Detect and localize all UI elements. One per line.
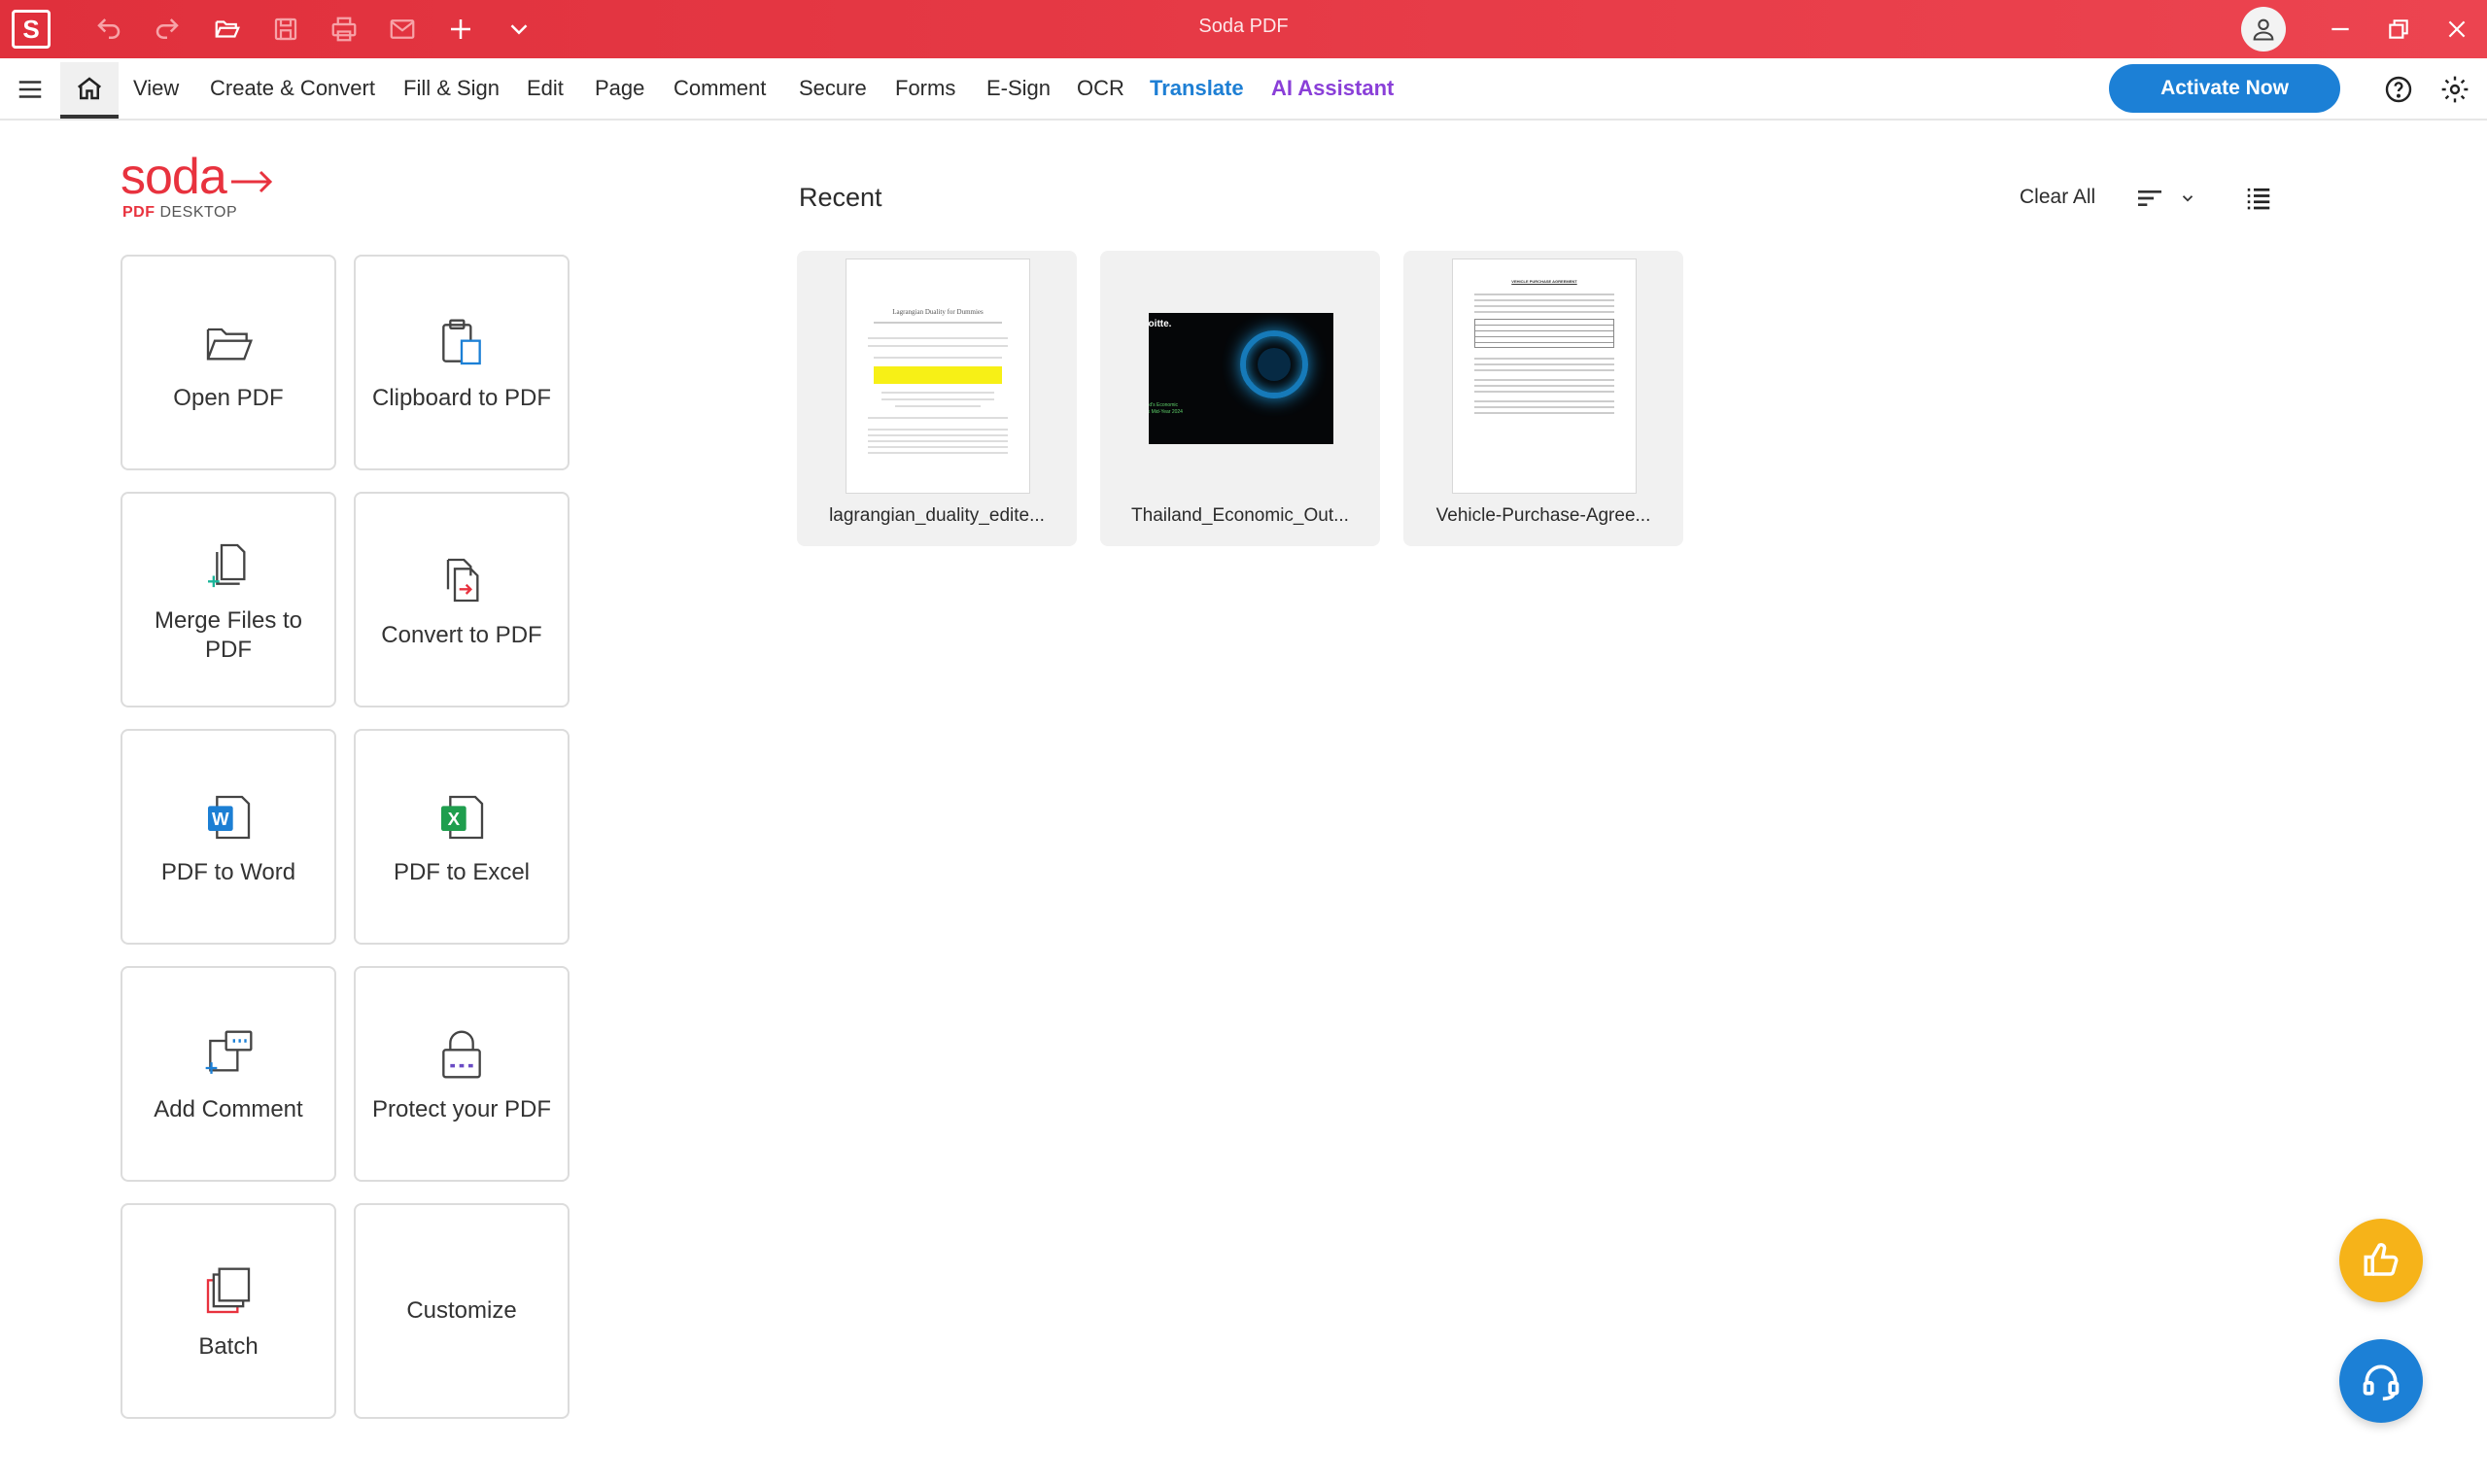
customize-label: Customize: [406, 1297, 517, 1324]
convert-to-pdf-tile[interactable]: Convert to PDF: [354, 492, 570, 707]
customize-tile[interactable]: Customize: [354, 1203, 570, 1419]
clear-all-button[interactable]: Clear All: [2020, 186, 2095, 209]
lock-icon: [431, 1023, 493, 1086]
thumbs-up-icon: [2364, 1243, 2399, 1276]
batch-icon: [197, 1260, 259, 1323]
activate-now-button[interactable]: Activate Now: [2109, 64, 2340, 113]
menu-page[interactable]: Page: [595, 76, 644, 101]
recent-file-card[interactable]: VEHICLE PURCHASE AGREEMENT Vehicle-Purch…: [1403, 251, 1683, 546]
minimize-icon[interactable]: [2321, 12, 2360, 47]
merge-files-icon: [197, 535, 259, 597]
feedback-thumbs-up-button[interactable]: [2339, 1219, 2423, 1302]
user-account-icon[interactable]: [2241, 7, 2286, 52]
add-comment-label: Add Comment: [154, 1096, 303, 1122]
clipboard-to-pdf-tile[interactable]: Clipboard to PDF: [354, 255, 570, 470]
recent-file-card[interactable]: Deloitte. Thailand's Economic Outlook Mi…: [1100, 251, 1380, 546]
soda-pdf-logo: soda PDF DESKTOP: [121, 152, 276, 229]
restore-icon[interactable]: [2379, 12, 2418, 47]
batch-tile[interactable]: Batch: [121, 1203, 336, 1419]
open-pdf-tile[interactable]: Open PDF: [121, 255, 336, 470]
support-headset-button[interactable]: [2339, 1339, 2423, 1423]
file-name: Thailand_Economic_Out...: [1131, 505, 1349, 526]
chevron-down-icon: [2182, 195, 2193, 202]
window-title: Soda PDF: [1198, 16, 1289, 37]
protect-pdf-tile[interactable]: Protect your PDF: [354, 966, 570, 1182]
pdf-to-word-label: PDF to Word: [160, 859, 296, 885]
title-bar: S Soda PDF: [0, 0, 2487, 58]
add-comment-tile[interactable]: Add Comment: [121, 966, 336, 1182]
logo-arrow-icon: [231, 170, 273, 193]
menu-ai-assistant[interactable]: AI Assistant: [1271, 76, 1394, 101]
sort-icon: [2138, 190, 2161, 206]
clipboard-to-pdf-label: Clipboard to PDF: [371, 385, 552, 411]
file-thumbnail: Deloitte. Thailand's Economic Outlook Mi…: [1149, 259, 1333, 494]
recent-file-card[interactable]: Lagrangian Duality for Dummies lagrangia…: [797, 251, 1077, 546]
file-name: Vehicle-Purchase-Agree...: [1435, 505, 1651, 526]
open-pdf-label: Open PDF: [173, 385, 284, 411]
clipboard-icon: [431, 312, 493, 374]
menu-edit[interactable]: Edit: [527, 76, 564, 101]
excel-icon: X: [431, 786, 493, 848]
file-thumbnail: Lagrangian Duality for Dummies: [846, 259, 1030, 494]
file-name: lagrangian_duality_edite...: [829, 505, 1045, 526]
logo-sub-pdf: PDF: [122, 204, 155, 221]
menu-secure[interactable]: Secure: [799, 76, 867, 101]
merge-files-tile[interactable]: Merge Files to PDF: [121, 492, 336, 707]
home-icon: [77, 77, 102, 100]
menu-comment[interactable]: Comment: [674, 76, 766, 101]
menu-ocr[interactable]: OCR: [1077, 76, 1124, 101]
svg-text:X: X: [448, 809, 461, 829]
thumbnail-doc-title: Lagrangian Duality for Dummies: [892, 308, 984, 316]
add-comment-icon: [197, 1023, 259, 1086]
pdf-to-excel-label: PDF to Excel: [393, 859, 531, 885]
logo-sub-desktop: DESKTOP: [155, 204, 238, 221]
batch-label: Batch: [198, 1333, 259, 1360]
menu-fill-sign[interactable]: Fill & Sign: [403, 76, 500, 101]
menu-esign[interactable]: E-Sign: [986, 76, 1051, 101]
file-thumbnail: VEHICLE PURCHASE AGREEMENT: [1452, 259, 1637, 494]
convert-to-pdf-label: Convert to PDF: [381, 622, 542, 648]
menu-translate[interactable]: Translate: [1150, 76, 1244, 101]
home-tab[interactable]: [60, 62, 119, 119]
merge-files-label: Merge Files to PDF: [154, 607, 303, 663]
thumbnail-brand: Deloitte.: [1149, 319, 1172, 329]
menu-create-convert[interactable]: Create & Convert: [210, 76, 375, 101]
svg-text:W: W: [212, 809, 229, 829]
settings-gear-icon[interactable]: [2437, 72, 2472, 107]
pdf-to-excel-tile[interactable]: X PDF to Excel: [354, 729, 570, 945]
pdf-to-word-tile[interactable]: W PDF to Word: [121, 729, 336, 945]
menu-view[interactable]: View: [133, 76, 179, 101]
menu-forms[interactable]: Forms: [895, 76, 955, 101]
recent-heading: Recent: [799, 183, 882, 212]
thumbnail-caption: Thailand's Economic Outlook Mid-Year 202…: [1149, 402, 1183, 415]
menu-bar: View Create & Convert Fill & Sign Edit P…: [0, 58, 2487, 121]
logo-word: soda: [121, 149, 227, 205]
sort-dropdown[interactable]: [2134, 181, 2196, 216]
close-icon[interactable]: [2437, 12, 2476, 47]
thumbnail-doc-title: VEHICLE PURCHASE AGREEMENT: [1511, 279, 1577, 284]
headset-icon: [2363, 1364, 2400, 1401]
list-view-icon[interactable]: [2241, 181, 2276, 216]
word-icon: W: [197, 786, 259, 848]
hamburger-menu-icon[interactable]: [14, 74, 47, 105]
help-icon[interactable]: [2381, 72, 2416, 107]
folder-open-icon: [197, 312, 259, 374]
protect-pdf-label: Protect your PDF: [371, 1096, 552, 1122]
convert-icon: [431, 549, 493, 611]
